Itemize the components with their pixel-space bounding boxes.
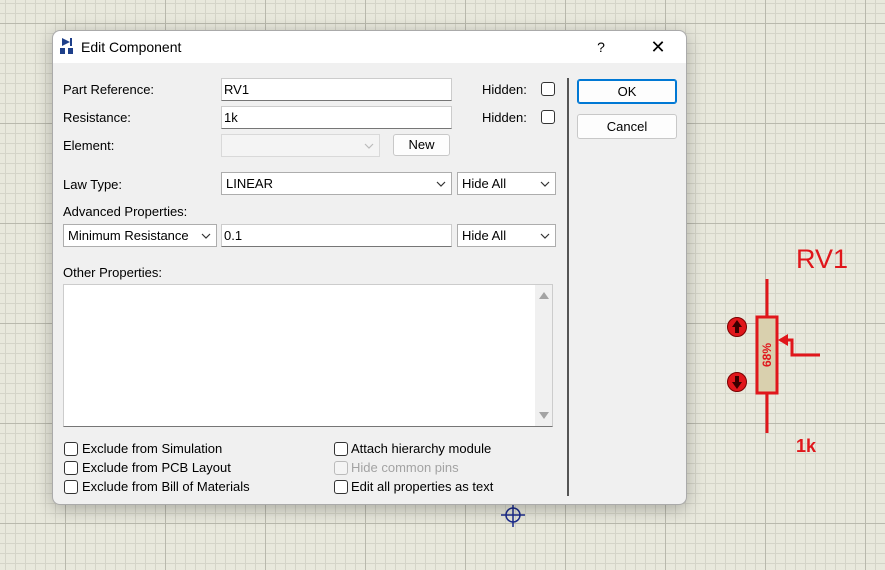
advanced-property-select[interactable]: Minimum Resistance <box>63 224 217 247</box>
element-select[interactable] <box>221 134 380 157</box>
part-reference-label: Part Reference: <box>63 82 155 97</box>
exclude-pcb-checkbox[interactable] <box>64 461 78 475</box>
part-reference-input[interactable]: RV1 <box>221 78 452 101</box>
attach-hierarchy-checkbox[interactable] <box>334 442 348 456</box>
other-properties-label: Other Properties: <box>63 265 162 280</box>
hidden-label-reference: Hidden: <box>482 82 527 97</box>
dialog-title: Edit Component <box>81 39 182 55</box>
chevron-down-icon <box>540 181 550 187</box>
new-button[interactable]: New <box>393 134 450 156</box>
advanced-property-visibility-value: Hide All <box>462 228 507 243</box>
hide-common-pins-checkbox <box>334 461 348 475</box>
chevron-down-icon <box>364 143 374 149</box>
hidden-label-resistance: Hidden: <box>482 110 527 125</box>
exclude-simulation-label[interactable]: Exclude from Simulation <box>82 441 222 456</box>
vertical-scrollbar[interactable] <box>535 285 552 426</box>
law-type-value: LINEAR <box>226 176 273 191</box>
hidden-reference-checkbox[interactable] <box>541 82 555 96</box>
chevron-down-icon <box>201 233 211 239</box>
decrement-button[interactable] <box>727 372 747 392</box>
increment-button[interactable] <box>727 317 747 337</box>
chevron-down-icon <box>540 233 550 239</box>
ok-button[interactable]: OK <box>577 79 677 104</box>
exclude-bom-label[interactable]: Exclude from Bill of Materials <box>82 479 250 494</box>
advanced-properties-label: Advanced Properties: <box>63 204 188 219</box>
law-type-visibility-select[interactable]: Hide All <box>457 172 556 195</box>
edit-component-dialog: Edit Component ? ✕ Part Reference: RV1 H… <box>52 30 687 505</box>
help-button[interactable]: ? <box>583 35 619 59</box>
exclude-simulation-checkbox[interactable] <box>64 442 78 456</box>
resistance-input[interactable]: 1k <box>221 106 452 129</box>
exclude-pcb-label[interactable]: Exclude from PCB Layout <box>82 460 231 475</box>
schematic-reference-label[interactable]: RV1 <box>796 244 848 275</box>
close-button[interactable]: ✕ <box>638 35 678 59</box>
exclude-bom-checkbox[interactable] <box>64 480 78 494</box>
vertical-separator <box>567 78 569 496</box>
edit-as-text-checkbox[interactable] <box>334 480 348 494</box>
hidden-resistance-checkbox[interactable] <box>541 110 555 124</box>
crosshair-icon <box>501 503 525 527</box>
arrow-down-icon <box>732 376 742 389</box>
cancel-button[interactable]: Cancel <box>577 114 677 139</box>
chevron-down-icon <box>436 181 446 187</box>
other-properties-textarea[interactable] <box>63 284 553 427</box>
attach-hierarchy-label[interactable]: Attach hierarchy module <box>351 441 491 456</box>
wiper-arrowhead <box>778 334 788 346</box>
advanced-property-visibility-select[interactable]: Hide All <box>457 224 556 247</box>
advanced-property-input[interactable]: 0.1 <box>221 224 452 247</box>
hide-common-pins-label: Hide common pins <box>351 460 459 475</box>
law-type-visibility-value: Hide All <box>462 176 507 191</box>
advanced-property-name: Minimum Resistance <box>68 228 189 243</box>
component-icon <box>60 38 73 54</box>
resistance-label: Resistance: <box>63 110 131 125</box>
title-bar[interactable]: Edit Component ? ✕ <box>53 31 686 63</box>
arrow-up-icon <box>732 320 742 333</box>
potentiometer-symbol[interactable]: 68% <box>720 275 830 440</box>
scroll-down-icon[interactable] <box>539 412 549 419</box>
law-type-select[interactable]: LINEAR <box>221 172 452 195</box>
scroll-up-icon[interactable] <box>539 292 549 299</box>
element-label: Element: <box>63 138 115 153</box>
wiper-percent: 68% <box>760 343 774 367</box>
edit-as-text-label[interactable]: Edit all properties as text <box>351 479 493 494</box>
law-type-label: Law Type: <box>63 177 123 192</box>
